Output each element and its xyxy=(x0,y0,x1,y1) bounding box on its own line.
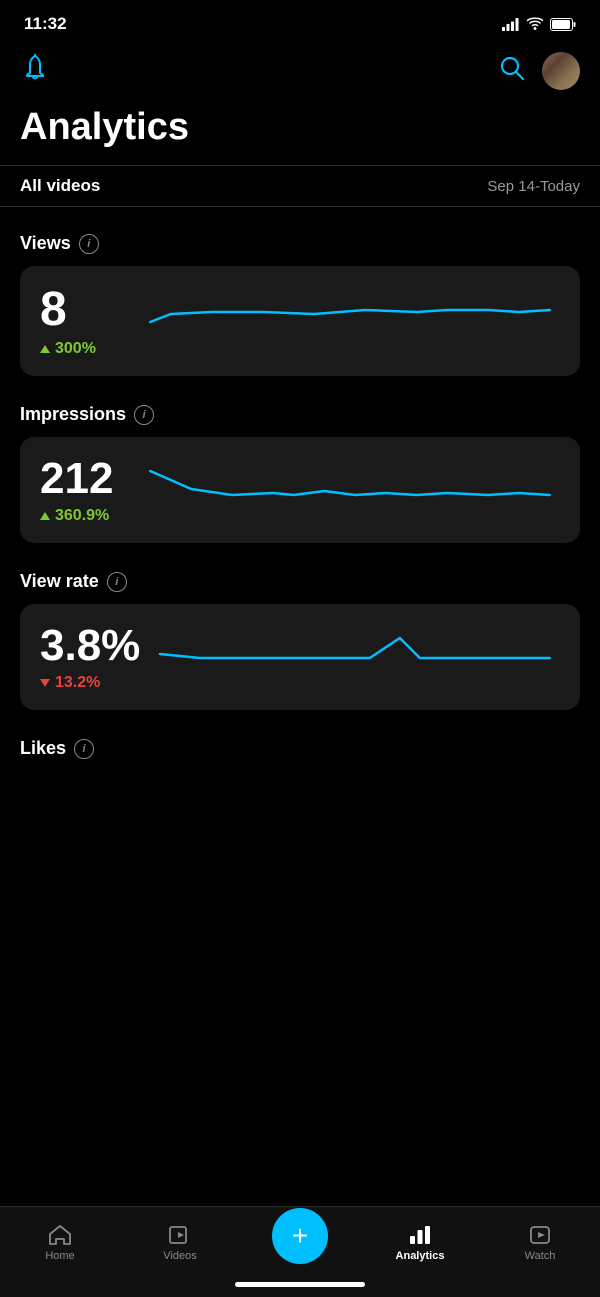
home-indicator xyxy=(0,1277,600,1297)
add-button[interactable]: + xyxy=(272,1208,328,1264)
status-icons xyxy=(502,17,576,31)
viewrate-section: View rate i 3.8% 13.2% xyxy=(0,553,600,720)
views-label-row: Views i xyxy=(20,233,580,254)
views-chart xyxy=(140,292,560,352)
likes-label: Likes xyxy=(20,738,66,759)
likes-section: Likes i xyxy=(0,720,600,781)
watch-icon xyxy=(528,1224,552,1246)
impressions-label: Impressions xyxy=(20,404,126,425)
filter-date-range: Sep 14-Today xyxy=(487,178,580,195)
header-nav xyxy=(0,44,600,102)
impressions-change: 360.9% xyxy=(40,507,130,525)
views-change: 300% xyxy=(40,340,130,358)
signal-icon xyxy=(502,18,520,31)
home-indicator-bar xyxy=(235,1282,365,1287)
bottom-nav-items: Home Videos + Analyti xyxy=(0,1207,600,1277)
views-section: Views i 8 300% xyxy=(0,215,600,386)
videos-icon xyxy=(168,1224,192,1246)
impressions-info-icon[interactable]: i xyxy=(134,405,154,425)
nav-label-videos: Videos xyxy=(163,1250,196,1262)
viewrate-value: 3.8% xyxy=(40,624,140,668)
nav-item-home[interactable]: Home xyxy=(0,1224,120,1262)
plus-icon: + xyxy=(292,1222,308,1250)
views-card: 8 300% xyxy=(20,266,580,376)
impressions-value: 212 xyxy=(40,457,130,501)
nav-item-watch[interactable]: Watch xyxy=(480,1224,600,1262)
views-value: 8 xyxy=(40,286,130,334)
impressions-chart xyxy=(140,461,560,521)
filter-row: All videos Sep 14-Today xyxy=(0,165,600,207)
avatar[interactable] xyxy=(542,52,580,90)
viewrate-down-arrow xyxy=(40,679,50,687)
battery-icon xyxy=(550,18,576,31)
avatar-image xyxy=(542,52,580,90)
bottom-nav: Home Videos + Analyti xyxy=(0,1206,600,1297)
viewrate-label: View rate xyxy=(20,571,99,592)
filter-all-videos[interactable]: All videos xyxy=(20,176,100,196)
views-up-arrow xyxy=(40,345,50,353)
viewrate-chart xyxy=(150,628,560,688)
impressions-section: Impressions i 212 360.9% xyxy=(0,386,600,553)
impressions-label-row: Impressions i xyxy=(20,404,580,425)
status-bar: 11:32 xyxy=(0,0,600,44)
nav-item-videos[interactable]: Videos xyxy=(120,1224,240,1262)
analytics-nav-icon xyxy=(408,1224,432,1246)
views-card-left: 8 300% xyxy=(40,286,130,358)
page-title: Analytics xyxy=(0,102,600,165)
viewrate-info-icon[interactable]: i xyxy=(107,572,127,592)
bar-chart-icon xyxy=(408,1224,432,1246)
viewrate-card-left: 3.8% 13.2% xyxy=(40,624,140,692)
home-icon xyxy=(48,1224,72,1246)
header-right xyxy=(498,52,580,90)
viewrate-change: 13.2% xyxy=(40,674,140,692)
nav-item-add[interactable]: + xyxy=(240,1222,360,1264)
impressions-card: 212 360.9% xyxy=(20,437,580,543)
impressions-card-left: 212 360.9% xyxy=(40,457,130,525)
nav-item-analytics[interactable]: Analytics xyxy=(360,1224,480,1262)
wifi-icon xyxy=(526,17,544,31)
viewrate-label-row: View rate i xyxy=(20,571,580,592)
nav-label-analytics: Analytics xyxy=(396,1250,445,1262)
likes-label-row: Likes i xyxy=(20,738,580,759)
search-icon[interactable] xyxy=(498,54,526,89)
impressions-up-arrow xyxy=(40,512,50,520)
viewrate-card: 3.8% 13.2% xyxy=(20,604,580,710)
status-time: 11:32 xyxy=(24,14,67,34)
views-label: Views xyxy=(20,233,71,254)
nav-label-watch: Watch xyxy=(525,1250,556,1262)
nav-label-home: Home xyxy=(45,1250,74,1262)
likes-info-icon[interactable]: i xyxy=(74,739,94,759)
views-info-icon[interactable]: i xyxy=(79,234,99,254)
bell-icon[interactable] xyxy=(20,53,50,90)
